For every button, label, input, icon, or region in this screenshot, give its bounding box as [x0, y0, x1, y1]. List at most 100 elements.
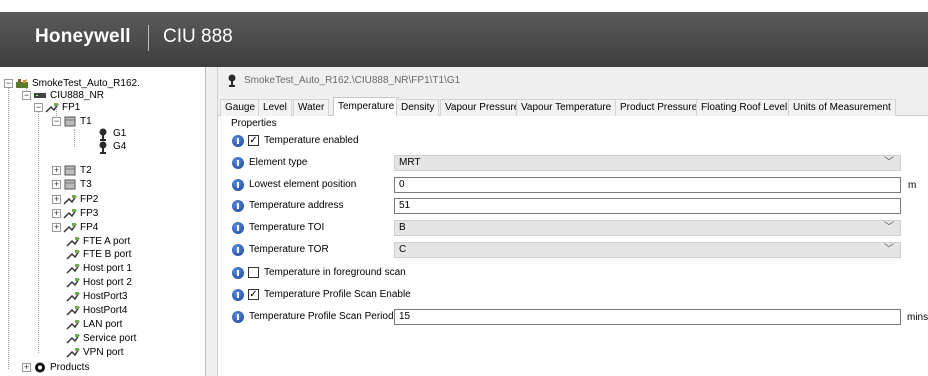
- properties-panel: Properties ✓ Temperature enabled Element…: [218, 116, 928, 376]
- info-icon[interactable]: [232, 222, 244, 234]
- tree-item-fp3[interactable]: + FP3: [52, 207, 98, 220]
- pane-splitter[interactable]: [206, 67, 218, 376]
- info-icon[interactable]: [232, 157, 244, 169]
- tab-water[interactable]: Water: [293, 99, 330, 116]
- foreground-scan-checkbox[interactable]: [248, 267, 259, 278]
- expand-icon[interactable]: +: [52, 180, 61, 189]
- tree-label: FP4: [80, 222, 99, 233]
- temperature-address-input[interactable]: 51: [394, 198, 901, 214]
- tab-floating-roof-level[interactable]: Floating Roof Level: [696, 99, 793, 116]
- tree-item-g4[interactable]: G4: [96, 140, 126, 154]
- tree-label: T3: [80, 179, 92, 190]
- tab-vapour-temperature[interactable]: Vapour Temperature: [516, 99, 617, 116]
- tree-label: T1: [80, 116, 92, 127]
- tree-label: Service port: [83, 333, 137, 344]
- tab-temperature[interactable]: Temperature: [333, 97, 400, 117]
- breadcrumb-path: SmokeTest_Auto_R162.\CIU888_NR\FP1\T1\G1: [244, 75, 461, 86]
- element-type-value: MRT: [399, 157, 421, 168]
- row-temperature-address: Temperature address 51: [218, 197, 928, 215]
- products-icon: [33, 362, 47, 373]
- info-icon[interactable]: [232, 289, 244, 301]
- info-icon[interactable]: [232, 244, 244, 256]
- temperature-toi-label: Temperature TOI: [249, 222, 325, 233]
- tab-bar: Gauge Level Water Temperature Density Va…: [218, 97, 928, 117]
- tank-icon: [63, 165, 77, 176]
- temperature-tor-label: Temperature TOR: [249, 244, 329, 255]
- tree-guide: [8, 81, 9, 369]
- tree-label: HostPort4: [83, 305, 128, 316]
- tree-item-host-port-2[interactable]: Host port 2: [66, 276, 132, 289]
- top-strip: [0, 0, 928, 12]
- gauge-icon: [96, 128, 110, 141]
- expand-icon[interactable]: +: [22, 363, 31, 372]
- tree-item-lan-port[interactable]: LAN port: [66, 318, 122, 331]
- expand-icon[interactable]: +: [52, 209, 61, 218]
- tree-item-fte-a-port[interactable]: FTE A port: [66, 235, 130, 248]
- collapse-icon[interactable]: −: [4, 79, 13, 88]
- info-icon[interactable]: [232, 179, 244, 191]
- port-icon: [63, 208, 77, 219]
- row-profile-scan-period: Temperature Profile Scan Period 15 mins: [218, 308, 928, 326]
- tree-item-products[interactable]: + Products: [22, 361, 89, 374]
- properties-pane: SmokeTest_Auto_R162.\CIU888_NR\FP1\T1\G1…: [218, 67, 928, 376]
- tree-label: VPN port: [83, 347, 124, 358]
- chevron-down-icon[interactable]: ﹀: [884, 221, 894, 235]
- element-type-select[interactable]: MRT ﹀: [394, 155, 901, 171]
- tree-label: CIU888_NR: [50, 90, 104, 101]
- collapse-icon[interactable]: −: [34, 103, 43, 112]
- tree-item-g1[interactable]: G1: [96, 127, 126, 141]
- port-icon: [45, 102, 59, 113]
- chevron-down-icon[interactable]: ﹀: [884, 156, 894, 170]
- info-icon[interactable]: [232, 311, 244, 323]
- tree-item-host-port-1[interactable]: Host port 1: [66, 262, 132, 275]
- temperature-enabled-label: Temperature enabled: [264, 135, 359, 146]
- expand-icon[interactable]: +: [52, 166, 61, 175]
- info-icon[interactable]: [232, 267, 244, 279]
- tree-item-t3[interactable]: + T3: [52, 178, 92, 191]
- brand-divider: [148, 25, 149, 51]
- tree-item-vpn-port[interactable]: VPN port: [66, 346, 124, 359]
- row-foreground-scan: Temperature in foreground scan: [218, 264, 928, 282]
- foreground-scan-label: Temperature in foreground scan: [264, 267, 406, 278]
- profile-scan-period-label: Temperature Profile Scan Period: [249, 311, 394, 322]
- tree-item-fp1[interactable]: − FP1: [34, 101, 80, 114]
- tree-item-hostport4[interactable]: HostPort4: [66, 304, 127, 317]
- port-icon: [63, 222, 77, 233]
- info-icon[interactable]: [232, 200, 244, 212]
- tree-item-fte-b-port[interactable]: FTE B port: [66, 248, 131, 261]
- chevron-down-icon[interactable]: ﹀: [884, 243, 894, 257]
- expand-icon[interactable]: +: [52, 223, 61, 232]
- tree-item-hostport3[interactable]: HostPort3: [66, 290, 127, 303]
- temperature-address-label: Temperature address: [249, 200, 344, 211]
- tree-label: FP3: [80, 208, 99, 219]
- profile-scan-enable-label: Temperature Profile Scan Enable: [264, 289, 411, 300]
- profile-scan-period-input[interactable]: 15: [394, 309, 901, 325]
- unit-label: mins: [907, 312, 928, 323]
- tab-density[interactable]: Density: [396, 99, 440, 116]
- tab-vapour-pressure[interactable]: Vapour Pressure: [440, 99, 525, 116]
- port-icon: [66, 333, 80, 344]
- tab-level[interactable]: Level: [258, 99, 292, 116]
- collapse-icon[interactable]: −: [22, 91, 31, 100]
- tree-item-service-port[interactable]: Service port: [66, 332, 136, 345]
- info-icon[interactable]: [232, 135, 244, 147]
- expand-icon[interactable]: +: [52, 195, 61, 204]
- tab-gauge[interactable]: Gauge: [220, 99, 261, 116]
- tree-guide: [74, 129, 75, 147]
- tab-product-pressure[interactable]: Product Pressure: [615, 99, 703, 116]
- tree-item-t1[interactable]: − T1: [52, 115, 92, 128]
- collapse-icon[interactable]: −: [52, 117, 61, 126]
- lowest-element-position-input[interactable]: 0: [394, 177, 901, 193]
- tab-units-of-measurement[interactable]: Units of Measurement: [788, 99, 896, 116]
- temperature-tor-select[interactable]: C ﹀: [394, 242, 901, 258]
- tree-item-fp2[interactable]: + FP2: [52, 193, 98, 206]
- tree-item-t2[interactable]: + T2: [52, 164, 92, 177]
- port-icon: [66, 305, 80, 316]
- gauge-icon: [226, 74, 238, 88]
- tree-item-fp4[interactable]: + FP4: [52, 221, 98, 234]
- profile-scan-enable-checkbox[interactable]: ✓: [248, 289, 259, 300]
- temperature-enabled-checkbox[interactable]: ✓: [248, 135, 259, 146]
- port-icon: [66, 291, 80, 302]
- temperature-toi-value: B: [399, 222, 406, 233]
- temperature-toi-select[interactable]: B ﹀: [394, 220, 901, 236]
